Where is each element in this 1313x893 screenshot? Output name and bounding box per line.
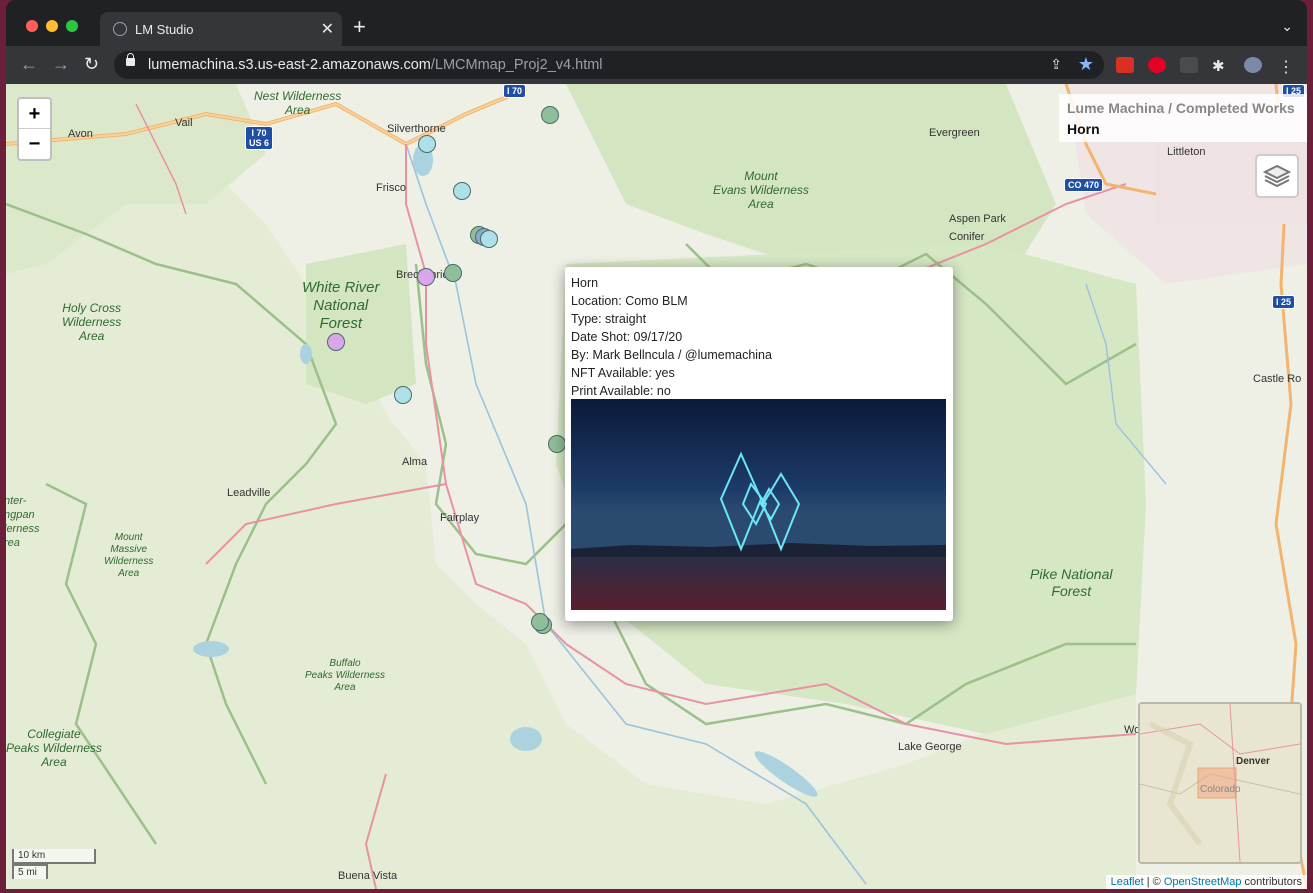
reload-button[interactable]: ↻ (84, 54, 99, 75)
map-marker[interactable] (327, 333, 345, 351)
popup-nft: NFT Available: yes (571, 366, 675, 380)
label-holy-cross: Holy Cross Wilderness Area (62, 301, 122, 343)
label-hunter-fryingpan: nter- ngpan lerness rea (6, 495, 40, 549)
avatar[interactable] (1244, 57, 1262, 73)
zoom-in-button[interactable]: + (19, 99, 50, 129)
label-evergreen: Evergreen (929, 127, 980, 139)
map-marker[interactable] (394, 386, 412, 404)
map-attribution: Leaflet | © OpenStreetMap contributors (1105, 875, 1307, 889)
i70-us6-shield: I 70 US 6 (245, 126, 274, 150)
label-leadville: Leadville (227, 487, 271, 499)
label-aspen-park: Aspen Park (949, 213, 1006, 225)
layers-icon (1262, 164, 1292, 188)
label-mount-evans: Mount Evans Wilderness Area (713, 169, 809, 211)
address-bar[interactable]: lumemachina.s3.us-east-2.amazonaws.com/L… (114, 51, 1104, 79)
map-marker[interactable] (548, 435, 566, 453)
map-canvas[interactable]: I 70 I 70 US 6 CO 470 I 25 I 25 Avon Vai… (6, 84, 1307, 889)
co470-shield: CO 470 (1064, 178, 1104, 192)
menu-kebab-icon[interactable]: ⋮ (1278, 57, 1296, 76)
scale-km: 10 km (12, 849, 96, 864)
pinterest-icon[interactable] (1148, 57, 1166, 73)
share-icon[interactable]: ⇪ (1050, 56, 1062, 73)
label-buena-vista: Buena Vista (338, 870, 398, 882)
globe-icon (113, 22, 127, 36)
popup-author: By: Mark Bellncula / @lumemachina (571, 348, 772, 362)
tab-lm-studio[interactable]: LM Studio ✕ (100, 12, 342, 46)
tab-title: LM Studio (135, 22, 194, 37)
chevron-down-icon[interactable]: ⌄ (1281, 18, 1293, 35)
label-conifer: Conifer (949, 231, 985, 243)
popup-location: Location: Como BLM (571, 294, 688, 308)
layers-control-button[interactable] (1255, 154, 1299, 198)
minimap-label-colorado: Colorado (1200, 784, 1241, 795)
new-tab-button[interactable]: + (353, 16, 366, 38)
label-mount-massive: Mount Massive Wilderness Area (104, 532, 154, 579)
i70-shield: I 70 (503, 84, 527, 98)
map-subtitle: Horn (1067, 121, 1100, 137)
map-marker[interactable] (453, 182, 471, 200)
zoom-out-button[interactable]: − (19, 129, 50, 159)
extension-icon[interactable] (1116, 57, 1134, 73)
label-vail: Vail (175, 117, 193, 129)
minimap-tiles (1140, 704, 1300, 862)
label-nest-wilderness: Nest Wilderness Area (254, 89, 342, 117)
minimap[interactable]: Denver Colorado (1138, 702, 1302, 864)
label-buffalo-peaks: Buffalo Peaks Wilderness Area (305, 658, 385, 693)
label-frisco: Frisco (376, 182, 406, 194)
label-collegiate-peaks: Collegiate Peaks Wilderness Area (6, 727, 102, 769)
maximize-window-button[interactable] (66, 20, 78, 32)
openstreetmap-link[interactable]: OpenStreetMap (1164, 876, 1242, 888)
map-marker[interactable] (418, 135, 436, 153)
zoom-control: + − (17, 97, 52, 161)
leaflet-link[interactable]: Leaflet (1111, 876, 1144, 888)
i25-shield: I 25 (1272, 295, 1296, 309)
map-marker[interactable] (417, 268, 435, 286)
lock-icon (126, 53, 135, 66)
scale-mi: 5 mi (12, 864, 48, 879)
url-text: lumemachina.s3.us-east-2.amazonaws.com/L… (148, 57, 603, 73)
map-marker[interactable] (480, 230, 498, 248)
minimize-window-button[interactable] (46, 20, 58, 32)
map-marker[interactable] (444, 264, 462, 282)
map-title: Lume Machina / Completed Works (1067, 100, 1295, 116)
label-lake-george: Lake George (898, 741, 962, 753)
back-button[interactable]: ← (20, 54, 38, 75)
label-pike-forest: Pike National Forest (1030, 566, 1113, 599)
label-alma: Alma (402, 456, 428, 468)
close-tab-icon[interactable]: ✕ (321, 19, 334, 39)
map-marker[interactable] (531, 613, 549, 631)
label-littleton: Littleton (1167, 146, 1206, 158)
puzzle-icon[interactable]: ✱ (1212, 57, 1230, 75)
label-silverthorne: Silverthorne (387, 123, 446, 135)
forward-button[interactable]: → (52, 54, 70, 75)
scale-bar: 10 km 5 mi (12, 849, 96, 879)
close-window-button[interactable] (26, 20, 38, 32)
popup-type: Type: straight (571, 312, 647, 326)
popup-photo (571, 399, 946, 610)
minimap-label-denver: Denver (1236, 756, 1270, 767)
browser-window: LM Studio ✕ + ⌄ ← → ↻ lumemachina.s3.us-… (6, 0, 1307, 889)
popup-name: Horn (571, 276, 599, 290)
extension-icon-2[interactable] (1180, 57, 1198, 73)
label-castle-rock: Castle Ro (1253, 373, 1302, 385)
bookmark-star-icon[interactable]: ★ (1078, 54, 1094, 75)
popup-print: Print Available: no (571, 384, 671, 398)
browser-toolbar: ← → ↻ lumemachina.s3.us-east-2.amazonaws… (6, 46, 1307, 84)
marker-popup: Horn Location: Como BLM Type: straight D… (565, 267, 953, 621)
map-title-panel: Lume Machina / Completed Works Horn (1059, 94, 1307, 142)
label-fairplay: Fairplay (440, 512, 480, 524)
label-avon: Avon (68, 128, 93, 140)
map-marker[interactable] (541, 106, 559, 124)
label-white-river-forest: White River National Forest (302, 279, 380, 332)
tab-strip: LM Studio ✕ + ⌄ (6, 0, 1307, 46)
popup-date-shot: Date Shot: 09/17/20 (571, 330, 683, 344)
